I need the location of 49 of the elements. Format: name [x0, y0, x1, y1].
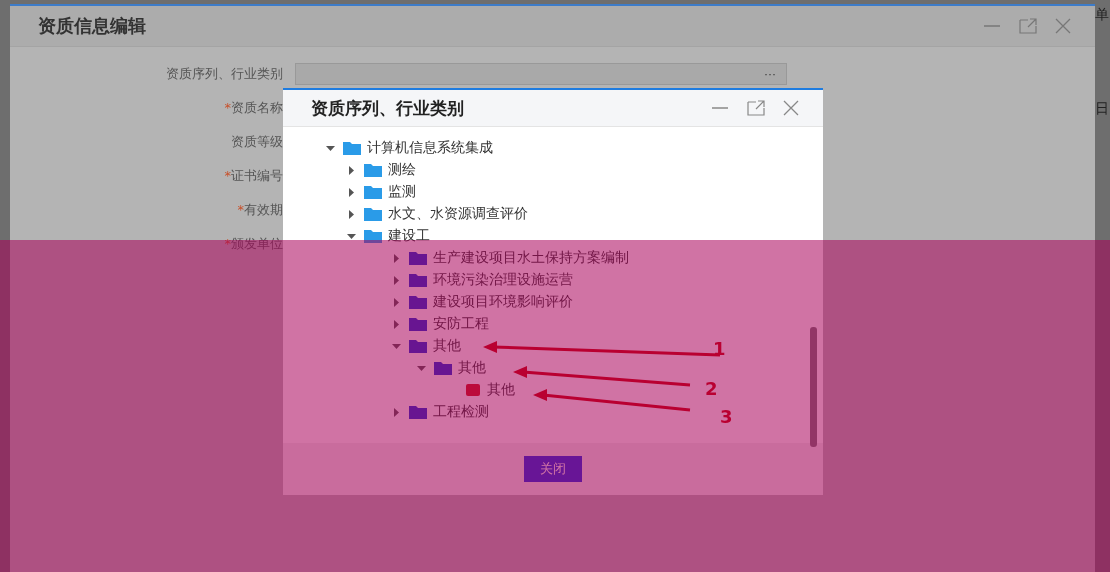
form-label: 资质序列、行业类别 [165, 65, 284, 83]
dialog-title: 资质序列、行业类别 [311, 96, 464, 120]
form-label: *资质名称 [223, 99, 284, 117]
form-label: 资质等级 [230, 133, 284, 151]
tree-item[interactable]: 其他 [487, 381, 515, 399]
tree-item[interactable]: 其他 [433, 337, 461, 355]
form-label: *证书编号 [223, 167, 284, 185]
scrollbar[interactable] [810, 327, 817, 447]
close-icon[interactable] [783, 100, 799, 116]
tree-item[interactable]: 环境污染治理设施运营 [433, 271, 573, 289]
caret-right-icon[interactable] [346, 165, 356, 175]
close-icon[interactable] [1055, 18, 1071, 34]
tree-item[interactable]: 计算机信息系统集成 [367, 139, 493, 157]
folder-icon [409, 251, 427, 265]
folder-icon [343, 141, 361, 155]
folder-icon [409, 405, 427, 419]
caret-right-icon[interactable] [346, 187, 356, 197]
tree-item[interactable]: 水文、水资源调查评价 [388, 205, 528, 223]
file-icon [465, 383, 481, 397]
caret-right-icon[interactable] [346, 209, 356, 219]
folder-icon [364, 163, 382, 177]
caret-down-icon[interactable] [325, 143, 335, 153]
folder-icon [364, 207, 382, 221]
tree-item[interactable]: 建设项目环境影响评价 [433, 293, 573, 311]
annotation-number: 3 [720, 406, 733, 427]
annotation-number: 2 [705, 378, 718, 399]
folder-icon [364, 185, 382, 199]
folder-icon [409, 339, 427, 353]
form-label: *颁发单位 [223, 235, 284, 253]
maximize-icon[interactable] [747, 100, 765, 116]
picker-field[interactable]: ··· [295, 63, 787, 85]
tree-item[interactable]: 其他 [458, 359, 486, 377]
folder-icon [364, 229, 382, 243]
folder-icon [434, 361, 452, 375]
tree-item[interactable]: 测绘 [388, 161, 416, 179]
close-button[interactable]: 关闭 [524, 456, 582, 482]
folder-icon [409, 295, 427, 309]
folder-icon [409, 273, 427, 287]
folder-icon [409, 317, 427, 331]
tree-item[interactable]: 工程检测 [433, 403, 489, 421]
cut-off-label: 单 [1095, 6, 1109, 24]
dialog-title: 资质信息编辑 [38, 14, 146, 38]
tree-item[interactable]: 建设工 [388, 227, 430, 245]
tree-item[interactable]: 监测 [388, 183, 416, 201]
tree-item[interactable]: 安防工程 [433, 315, 489, 333]
maximize-icon[interactable] [1019, 18, 1037, 34]
tree-item[interactable]: 生产建设项目水土保持方案编制 [433, 249, 629, 267]
cut-off-label: 日 [1095, 100, 1109, 118]
form-label: *有效期 [236, 201, 284, 219]
